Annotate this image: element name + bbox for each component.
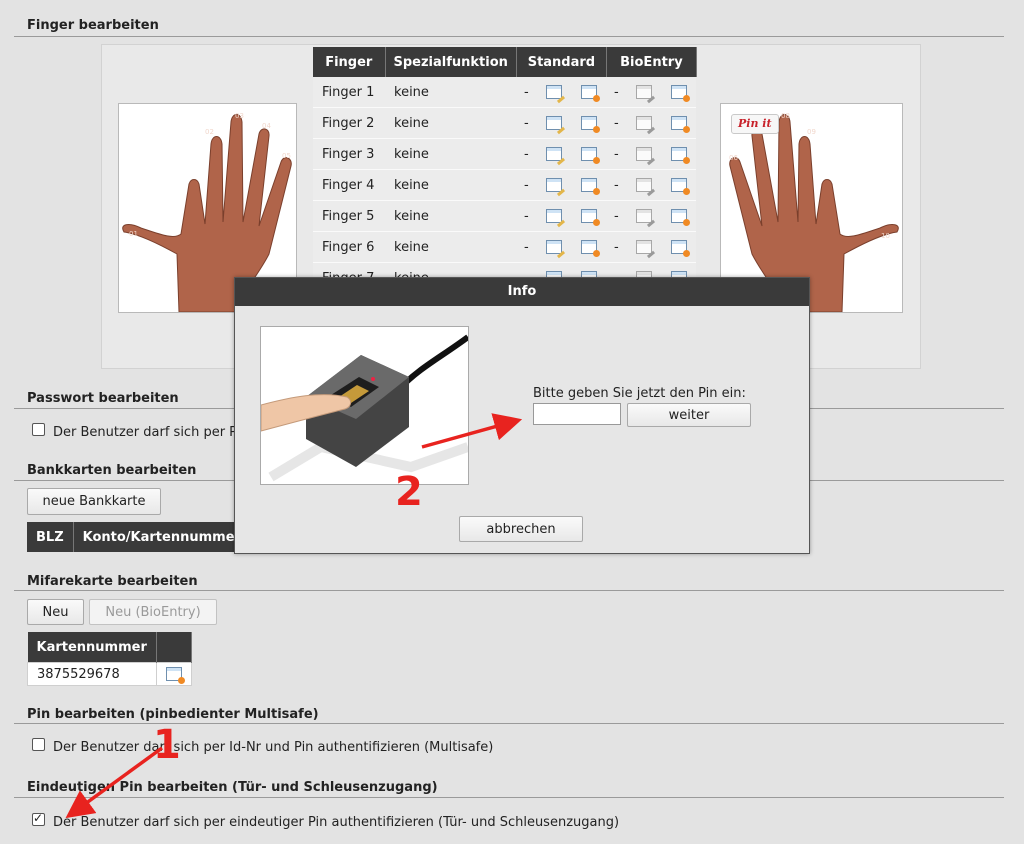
annotation-overlay: 2 1	[65, 413, 523, 819]
annotation-marker-1: 1	[153, 722, 181, 768]
annotation-marker-2: 2	[395, 469, 423, 515]
arrow-1-line	[65, 746, 164, 819]
arrow-2-line	[421, 413, 523, 449]
